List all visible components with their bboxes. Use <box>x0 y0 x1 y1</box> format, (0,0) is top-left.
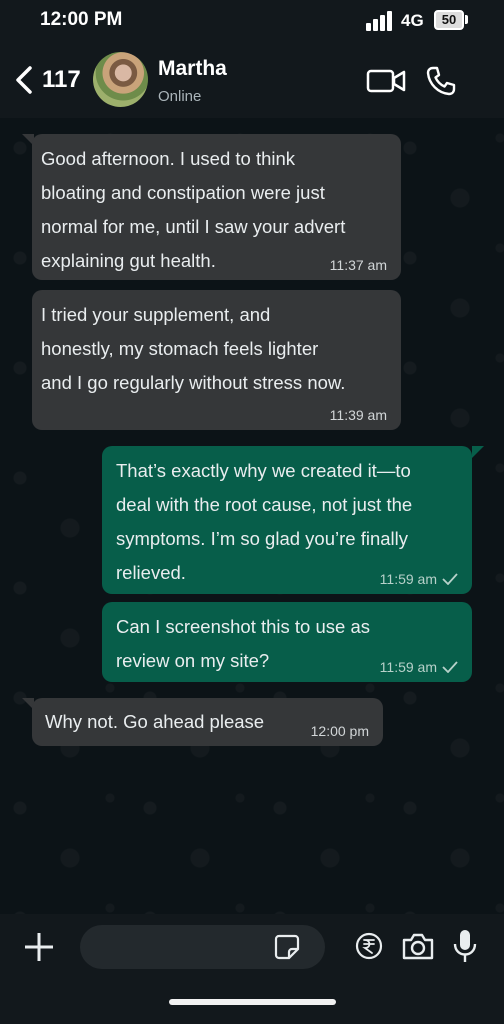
message-bubble-outgoing[interactable]: Can I screenshot this to use as review o… <box>102 602 472 682</box>
message-meta: 11:59 am <box>380 658 458 676</box>
message-text: I tried your supplement, and honestly, m… <box>41 304 346 393</box>
chevron-left-icon[interactable] <box>10 64 38 96</box>
message-input[interactable] <box>80 925 325 969</box>
contact-presence: Online <box>158 88 202 105</box>
signal-icon <box>366 11 394 31</box>
battery-tip <box>465 15 468 24</box>
status-time: 12:00 PM <box>40 9 123 30</box>
message-time: 11:37 am <box>329 257 387 273</box>
network-type: 4G <box>401 11 424 30</box>
video-camera-icon[interactable] <box>366 67 406 95</box>
message-time: 12:00 pm <box>310 723 369 739</box>
message-bubble-outgoing[interactable]: That’s exactly why we created it—to deal… <box>102 446 472 594</box>
microphone-icon[interactable] <box>452 928 478 964</box>
plus-icon[interactable] <box>22 930 56 964</box>
phone-icon[interactable] <box>425 65 457 97</box>
message-list[interactable]: Good afternoon. I used to think bloating… <box>0 118 504 914</box>
message-bubble-incoming[interactable]: Why not. Go ahead please 12:00 pm <box>32 698 383 746</box>
battery-icon: 50 <box>434 10 464 30</box>
message-bubble-incoming[interactable]: Good afternoon. I used to think bloating… <box>32 134 401 280</box>
status-bar: 12:00 PM 4G 50 <box>0 0 504 40</box>
message-bubble-incoming[interactable]: I tried your supplement, and honestly, m… <box>32 290 401 430</box>
home-indicator[interactable] <box>169 999 336 1005</box>
unread-count[interactable]: 117 <box>42 66 81 94</box>
message-meta: 11:59 am <box>380 570 458 588</box>
contact-name[interactable]: Martha <box>158 57 227 81</box>
chat-header: 117 Martha Online <box>0 40 504 118</box>
bubble-tail <box>472 446 484 458</box>
camera-icon[interactable] <box>401 931 435 961</box>
check-icon <box>442 661 458 673</box>
message-time: 11:59 am <box>379 571 437 587</box>
message-time: 11:59 am <box>379 659 437 675</box>
rupee-icon[interactable] <box>355 932 383 960</box>
message-time: 11:39 am <box>329 407 387 423</box>
composer-bar <box>0 914 504 1024</box>
check-icon <box>442 573 458 585</box>
sticker-icon[interactable] <box>274 934 300 960</box>
avatar[interactable] <box>93 52 148 107</box>
